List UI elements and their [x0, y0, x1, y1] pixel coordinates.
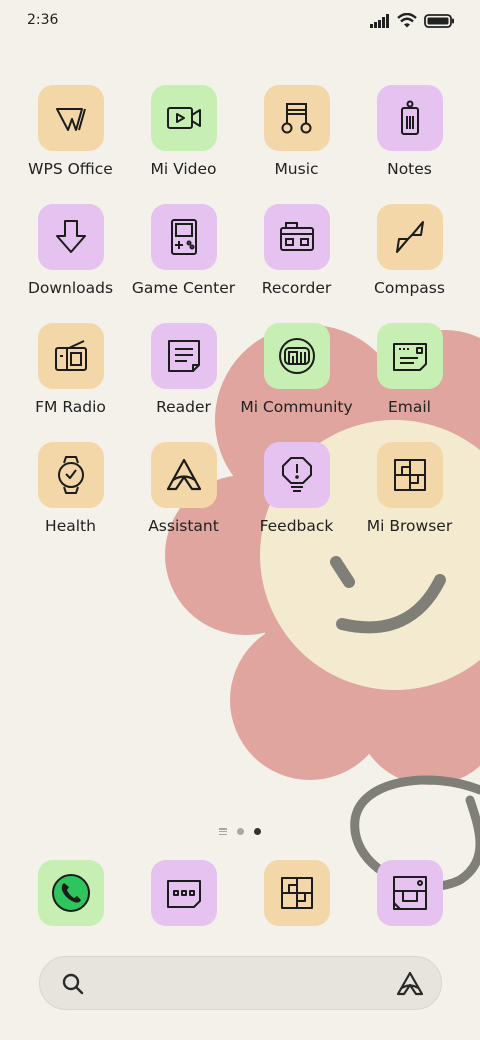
search-bar[interactable] — [39, 956, 442, 1010]
app-grid: WPS Office Mi Video Music Notes Download… — [14, 85, 466, 535]
watch-icon — [57, 456, 84, 494]
app-label: Reader — [156, 398, 211, 416]
app-tile — [263, 442, 330, 508]
signal-icon — [370, 13, 389, 28]
music-note-icon — [281, 103, 311, 134]
app-label: WPS Office — [28, 160, 113, 178]
app-tile — [263, 85, 330, 151]
battery-icon — [424, 13, 454, 28]
status-time: 2:36 — [27, 12, 59, 28]
app-assistant[interactable]: Assistant — [127, 442, 240, 535]
dock — [14, 860, 466, 926]
app-label: Mi Video — [150, 160, 217, 178]
app-tile — [37, 323, 104, 389]
search-icon[interactable] — [60, 971, 86, 997]
app-tile — [150, 442, 217, 508]
app-downloads[interactable]: Downloads — [14, 204, 127, 297]
app-tile — [263, 860, 330, 926]
browser-grid-icon — [280, 877, 313, 909]
app-label: Feedback — [259, 517, 334, 535]
app-tile — [263, 323, 330, 389]
browser-grid-icon — [393, 459, 426, 491]
document-icon — [167, 340, 200, 372]
app-mi-community[interactable]: Mi Community — [240, 323, 353, 416]
app-health[interactable]: Health — [14, 442, 127, 535]
app-tile — [150, 204, 217, 270]
app-tile — [150, 860, 217, 926]
app-notes[interactable]: Notes — [353, 85, 466, 178]
gameboy-icon — [170, 219, 197, 255]
app-compass[interactable]: Compass — [353, 204, 466, 297]
app-mi-video[interactable]: Mi Video — [127, 85, 240, 178]
app-label: FM Radio — [35, 398, 106, 416]
app-tile — [376, 323, 443, 389]
app-label: Assistant — [148, 517, 219, 535]
app-recorder[interactable]: Recorder — [240, 204, 353, 297]
app-label: Mi Community — [240, 398, 353, 416]
app-reader[interactable]: Reader — [127, 323, 240, 416]
video-camera-icon — [166, 107, 201, 129]
page-indicator[interactable] — [0, 828, 480, 835]
app-tile — [263, 204, 330, 270]
app-music[interactable]: Music — [240, 85, 353, 178]
app-tile — [37, 85, 104, 151]
app-tile — [376, 204, 443, 270]
app-label: Compass — [374, 279, 445, 297]
app-label: Email — [387, 398, 431, 416]
feedback-bulb-icon — [281, 457, 312, 492]
app-label: Notes — [387, 160, 432, 178]
envelope-icon — [392, 343, 427, 371]
dock-messages[interactable] — [127, 860, 240, 926]
phone-icon — [51, 874, 90, 912]
app-label: Downloads — [27, 279, 114, 297]
wifi-icon — [397, 13, 417, 28]
download-arrow-icon — [55, 220, 86, 253]
dock-phone[interactable] — [14, 860, 127, 926]
app-game-center[interactable]: Game Center — [127, 204, 240, 297]
radio-icon — [54, 340, 87, 371]
app-tile — [37, 204, 104, 270]
app-tile — [376, 442, 443, 508]
app-tile — [150, 85, 217, 151]
notes-tag-icon — [400, 100, 419, 135]
app-tile — [376, 85, 443, 151]
app-tile — [150, 323, 217, 389]
wps-office-icon — [55, 108, 86, 131]
camera-icon — [392, 876, 427, 910]
app-fm-radio[interactable]: FM Radio — [14, 323, 127, 416]
compass-needle-icon — [395, 221, 424, 253]
dock-camera[interactable] — [353, 860, 466, 926]
app-label: Game Center — [131, 279, 236, 297]
app-label: Health — [45, 517, 96, 535]
page-dot — [237, 828, 244, 835]
app-email[interactable]: Email — [353, 323, 466, 416]
app-label: Music — [274, 160, 319, 178]
recorder-icon — [279, 222, 314, 251]
app-tile — [37, 860, 104, 926]
app-tile — [376, 860, 443, 926]
app-mi-browser[interactable]: Mi Browser — [353, 442, 466, 535]
assistant-icon[interactable] — [395, 970, 425, 998]
app-feedback[interactable]: Feedback — [240, 442, 353, 535]
page-dot-active — [254, 828, 261, 835]
app-tile — [37, 442, 104, 508]
app-wps-office[interactable]: WPS Office — [14, 85, 127, 178]
messages-icon — [166, 880, 201, 908]
assistant-icon — [166, 458, 201, 491]
status-bar: 2:36 — [0, 0, 480, 44]
mi-logo-icon — [278, 338, 315, 374]
page-list-icon — [219, 828, 227, 835]
dock-browser[interactable] — [240, 860, 353, 926]
app-label: Recorder — [261, 279, 332, 297]
app-label: Mi Browser — [366, 517, 453, 535]
